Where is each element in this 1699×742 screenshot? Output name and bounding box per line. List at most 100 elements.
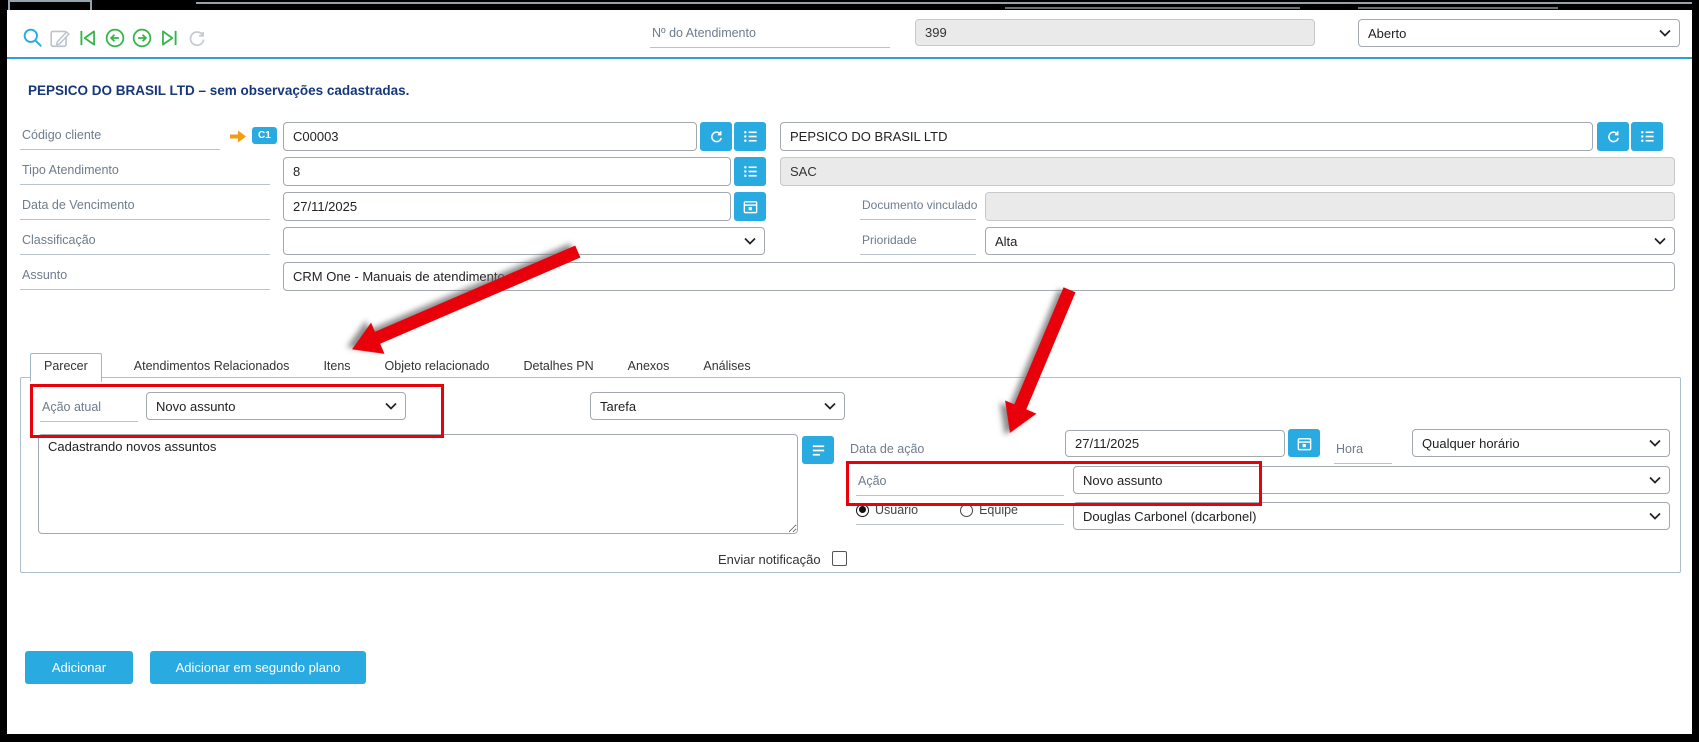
codigo-cliente-refresh-button[interactable] [700, 122, 732, 151]
acao-atual-select-value: Novo assunto [156, 399, 236, 414]
enviar-notificacao-checkbox[interactable] [832, 551, 847, 566]
acao-select-value: Novo assunto [1083, 473, 1163, 488]
tab-itens[interactable]: Itens [321, 354, 352, 381]
screenshot-frame: Nº do Atendimento Aberto PEPSICO DO BRAS… [0, 0, 1699, 742]
refresh-icon [1605, 128, 1622, 145]
chevron-down-icon [1649, 439, 1661, 447]
radio-usuario-label: Usuário [875, 503, 918, 517]
data-acao-field[interactable] [1065, 430, 1285, 457]
tab-bar: Parecer Atendimentos Relacionados Itens … [30, 352, 753, 381]
status-select[interactable]: Aberto [1358, 19, 1680, 47]
tipo-atendimento-label: Tipo Atendimento [20, 160, 270, 185]
last-record-button[interactable] [158, 27, 180, 49]
acao-atual-select[interactable]: Novo assunto [146, 392, 406, 420]
documento-vinculado-field [985, 192, 1675, 221]
acao-atual-label: Ação atual [40, 397, 138, 422]
first-record-button[interactable] [77, 27, 99, 49]
adicionar-button[interactable]: Adicionar [25, 651, 133, 684]
last-record-icon [158, 27, 180, 49]
codigo-cliente-field[interactable] [283, 122, 697, 151]
radio-equipe-label: Equipe [979, 503, 1018, 517]
calendar-icon [1296, 435, 1313, 452]
assunto-field[interactable] [283, 262, 1675, 291]
chevron-down-icon [1659, 29, 1671, 37]
tipo-atendimento-desc-field [780, 157, 1675, 186]
radio-equipe[interactable]: Equipe [960, 503, 1018, 517]
hora-select[interactable]: Qualquer horário [1412, 429, 1670, 457]
responsavel-select[interactable]: Douglas Carbonel (dcarbonel) [1073, 502, 1670, 530]
tab-parecer[interactable]: Parecer [30, 353, 102, 382]
data-acao-calendar-button[interactable] [1288, 429, 1320, 457]
c1-badge: C1 [252, 127, 277, 144]
edit-button[interactable] [49, 27, 71, 49]
chevron-down-icon [1654, 237, 1666, 245]
previous-record-button[interactable] [104, 27, 126, 49]
tipo-atendimento-field[interactable] [283, 157, 731, 186]
data-vencimento-calendar-button[interactable] [734, 192, 766, 221]
radio-usuario-dot[interactable] [856, 504, 869, 517]
parecer-textarea[interactable]: Cadastrando novos assuntos [38, 434, 798, 534]
list-icon [742, 163, 759, 180]
chevron-down-icon [744, 237, 756, 245]
hora-label: Hora [1334, 439, 1392, 464]
prioridade-label: Prioridade [860, 230, 976, 255]
tab-analises[interactable]: Análises [701, 354, 752, 381]
first-record-icon [77, 27, 99, 49]
acao-select[interactable]: Novo assunto [1073, 466, 1670, 494]
calendar-icon [742, 198, 759, 215]
hora-select-value: Qualquer horário [1422, 436, 1520, 451]
cliente-nome-list-button[interactable] [1631, 122, 1663, 151]
cliente-nome-field[interactable] [780, 122, 1593, 151]
codigo-cliente-list-button[interactable] [734, 122, 766, 151]
assunto-label: Assunto [20, 265, 270, 290]
data-vencimento-field[interactable] [283, 192, 731, 221]
radio-usuario[interactable]: Usuário [856, 503, 918, 517]
tab-objeto-relacionado[interactable]: Objeto relacionado [383, 354, 492, 381]
tab-atendimentos-relacionados[interactable]: Atendimentos Relacionados [132, 354, 292, 381]
tipo-tarefa-select[interactable]: Tarefa [590, 392, 845, 420]
cropped-window-edge [196, 2, 1692, 4]
tipo-atendimento-list-button[interactable] [734, 157, 766, 186]
data-acao-label: Data de ação [848, 439, 1058, 464]
attendance-number-field [915, 19, 1315, 46]
classificacao-select[interactable] [283, 227, 765, 255]
tab-anexos[interactable]: Anexos [626, 354, 672, 381]
blue-divider [7, 57, 1692, 59]
documento-vinculado-label: Documento vinculado [860, 195, 976, 220]
client-observation-banner: PEPSICO DO BRASIL LTD – sem observações … [28, 83, 409, 98]
radio-equipe-dot[interactable] [960, 504, 973, 517]
chevron-down-icon [1649, 512, 1661, 520]
search-button[interactable] [22, 27, 44, 49]
classificacao-label: Classificação [20, 230, 270, 255]
next-record-button[interactable] [131, 27, 153, 49]
cropped-element-top [1005, 7, 1300, 9]
text-lines-icon [810, 442, 827, 459]
previous-arrow-icon [104, 27, 126, 49]
prioridade-select-value: Alta [995, 234, 1017, 249]
refresh-icon [708, 128, 725, 145]
adicionar-segundo-plano-button[interactable]: Adicionar em segundo plano [150, 651, 366, 684]
refresh-button[interactable] [186, 27, 208, 49]
prioridade-select[interactable]: Alta [985, 227, 1675, 255]
tab-detalhes-pn[interactable]: Detalhes PN [521, 354, 595, 381]
responsavel-select-value: Douglas Carbonel (dcarbonel) [1083, 509, 1256, 524]
chevron-down-icon [1649, 476, 1661, 484]
orange-pointer-icon [229, 129, 247, 144]
edit-pencil-icon [49, 27, 71, 49]
cropped-element-top [1358, 7, 1558, 9]
acao-label: Ação [856, 471, 1064, 496]
search-icon [22, 27, 44, 49]
list-icon [1639, 128, 1656, 145]
chevron-down-icon [385, 402, 397, 410]
cliente-nome-refresh-button[interactable] [1597, 122, 1629, 151]
codigo-cliente-label: Código cliente [20, 125, 220, 150]
tipo-tarefa-select-value: Tarefa [600, 399, 636, 414]
list-icon [742, 128, 759, 145]
chevron-down-icon [824, 402, 836, 410]
refresh-icon [186, 27, 208, 49]
parecer-expand-text-button[interactable] [802, 436, 834, 464]
atribuicao-radio-group: Usuário Equipe [856, 503, 1064, 525]
enviar-notificacao-label: Enviar notificação [718, 552, 821, 567]
data-vencimento-label: Data de Vencimento [20, 195, 270, 220]
status-select-value: Aberto [1368, 26, 1406, 41]
